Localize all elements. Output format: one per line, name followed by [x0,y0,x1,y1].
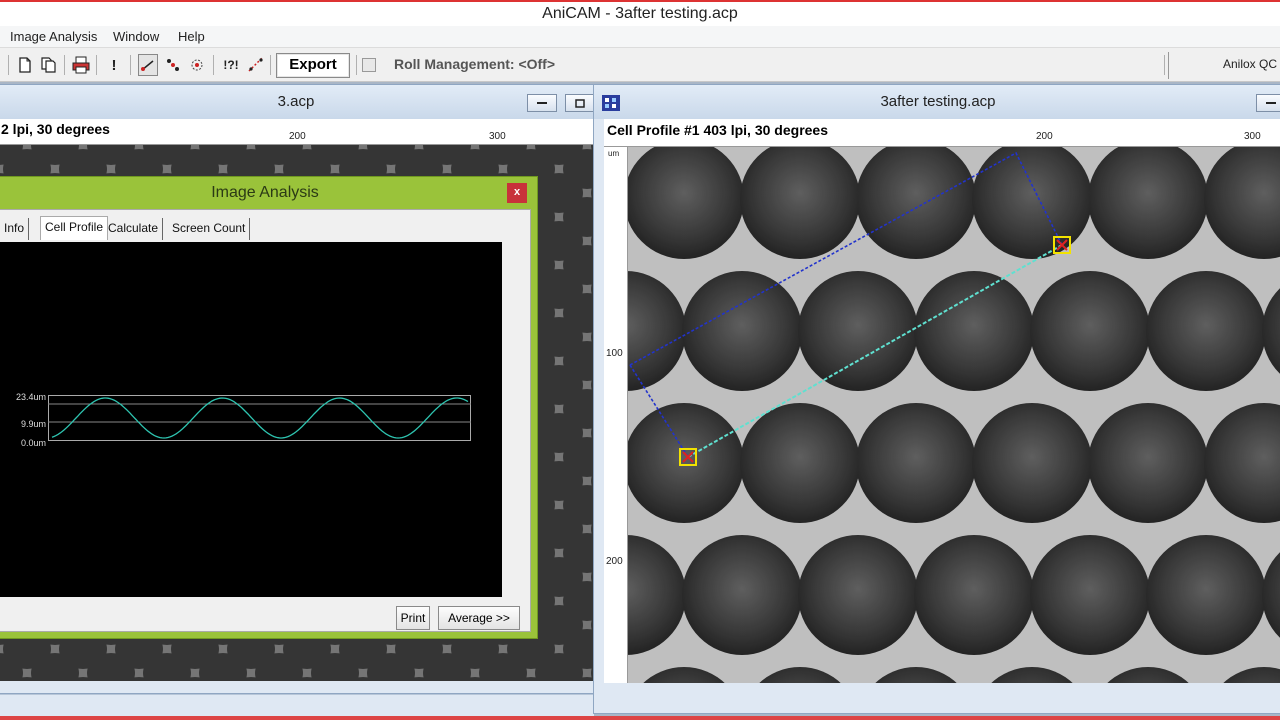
ruler-tick-label: 200 [1036,131,1053,142]
ruler-tick-label: 300 [489,131,506,142]
menu-bar: Image Analysis Window Help [0,26,1280,48]
left-profile-title: 2 lpi, 30 degrees [1,121,110,137]
graph-max-label: 23.4um [15,392,46,402]
restore-icon[interactable] [565,94,595,112]
menu-help[interactable]: Help [178,28,205,46]
average-button[interactable]: Average >> [438,606,520,630]
toolbar-separator [8,55,9,75]
right-profile-title: Cell Profile #1 403 lpi, 30 degrees [607,122,828,138]
roll-management-label[interactable]: Roll Management: <Off> [394,56,555,72]
window-bottom-border [0,716,1280,720]
left-window-title: 3.acp [277,93,315,110]
right-microscope-image[interactable] [628,147,1280,683]
toolbar-separator [64,55,65,75]
line-tool-icon[interactable] [138,54,158,76]
copy-doc-icon[interactable] [39,54,59,76]
graph-min-label: 0.0um [20,438,46,448]
help-tool-icon[interactable]: !?! [219,54,243,76]
minimize-icon[interactable] [527,94,557,112]
app-title: AniCAM - 3after testing.acp [542,5,738,22]
tab-cell-profile[interactable]: Cell Profile [40,216,109,240]
toolbar-separator [130,55,131,75]
print-button[interactable]: Print [396,606,430,630]
ruler-tick-label: 100 [606,348,623,359]
right-vertical-ruler: um 100 200 [604,147,628,683]
right-window-titlebar[interactable]: 3after testing.acp [594,85,1280,119]
ruler-tick-label: 300 [1244,131,1261,142]
toolbar-separator [96,55,97,75]
alert-icon[interactable]: ! [104,54,124,76]
cell-count-icon[interactable] [187,54,207,76]
dialog-title[interactable]: Image Analysis [0,177,537,209]
toolbar-separator [213,55,214,75]
app-title-bar: AniCAM - 3after testing.acp [0,0,1280,26]
anilox-qc-label[interactable]: Anilox QC [1223,57,1277,71]
roll-management-icon[interactable] [362,58,376,72]
left-window-titlebar[interactable]: 3.acp [0,85,593,119]
right-window-title: 3after testing.acp [880,93,996,110]
new-doc-icon[interactable] [15,54,35,76]
left-ruler: 2 lpi, 30 degrees 200 300 [0,119,595,145]
menu-image-analysis[interactable]: Image Analysis [10,28,97,46]
right-ruler: Cell Profile #1 403 lpi, 30 degrees 200 … [604,119,1280,147]
export-button[interactable]: Export [276,53,350,78]
image-analysis-dialog: Image Analysis x Info Cell Profile Calcu… [0,176,538,639]
toolbar-separator [356,55,357,75]
right-document-window: 3after testing.acp Cell Profile #1 403 l… [593,84,1280,714]
dialog-body: Info Cell Profile Calculate Screen Count… [0,209,531,632]
close-icon[interactable]: x [507,183,527,203]
print-icon[interactable] [71,54,91,76]
ruler-unit-label: um [608,149,620,158]
menu-window[interactable]: Window [113,28,159,46]
toolbar-separator [1164,55,1165,75]
measure-tool-icon[interactable] [246,54,266,76]
toolbar-separator [270,55,271,75]
toolbar: ! !?! Export Roll Management: <Off> Anil… [0,48,1280,82]
ruler-tick-label: 200 [289,131,306,142]
profile-plot [48,395,471,441]
tab-screen-count[interactable]: Screen Count [168,218,251,240]
ruler-tick-label: 200 [606,556,623,567]
app-window-icon [602,95,620,111]
cell-tool-icon[interactable] [163,54,183,76]
tab-calculate[interactable]: Calculate [104,218,164,240]
minimize-icon[interactable] [1256,94,1280,112]
cell-profile-graph: 23.4um 9.9um 0.0um [0,242,502,597]
graph-mid-label: 9.9um [20,419,46,429]
tab-info[interactable]: Info [0,218,30,240]
